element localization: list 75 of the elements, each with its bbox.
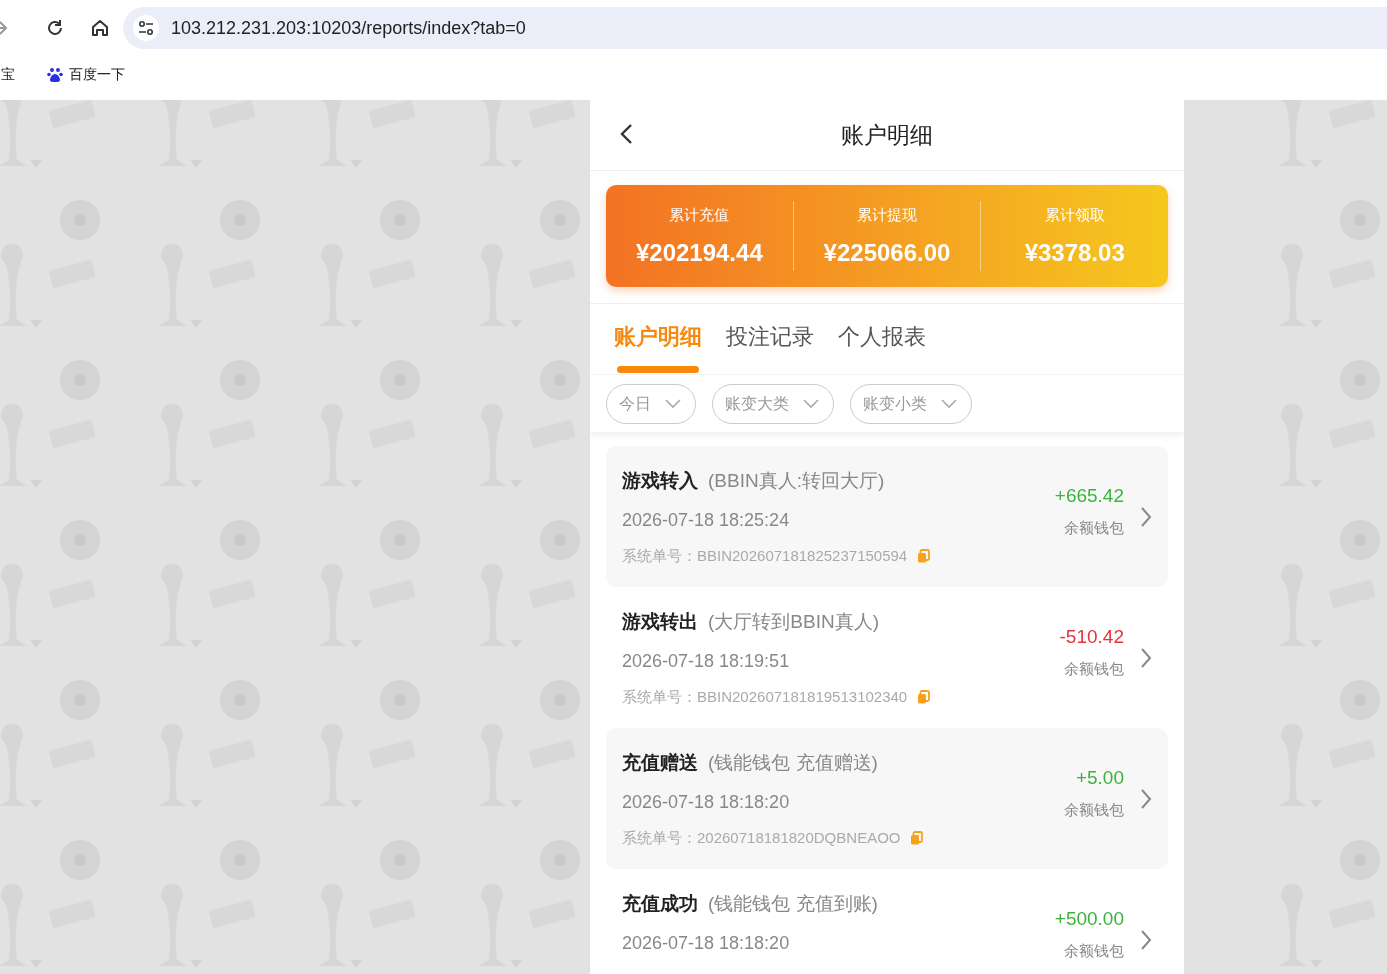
- ball-drawing: [220, 360, 260, 400]
- ball-drawing: [220, 840, 260, 880]
- tab[interactable]: 投注记录: [726, 322, 814, 374]
- summary-label: 累计提现: [857, 205, 917, 225]
- chevron-down-icon: [665, 399, 681, 409]
- ball-drawing: [380, 680, 420, 720]
- amount-text: +665.42: [1054, 485, 1124, 507]
- record-note: (钱能钱包 充值到账): [708, 892, 878, 916]
- bookmark-link[interactable]: 宝: [1, 66, 15, 84]
- ball-drawing: [220, 200, 260, 240]
- ball-drawing: [380, 520, 420, 560]
- ball-drawing: [220, 680, 260, 720]
- ball-drawing: [1340, 680, 1380, 720]
- ball-drawing: [380, 200, 420, 240]
- record-row[interactable]: 充值成功 (钱能钱包 充值到账) 2026-07-18 18:18:20 +500.00 余额钱包: [606, 869, 1168, 974]
- summary-label: 累计领取: [1044, 205, 1105, 225]
- summary-value: ¥225066.00: [823, 238, 951, 267]
- record-row[interactable]: 游戏转入 (BBIN真人:转回大厅) 2026-07-18 18:25:24 系统单号：BBIN202607181825237150594 +665.42 余额钱包: [606, 446, 1168, 587]
- ball-drawing: [1340, 520, 1380, 560]
- order-number: 系统单号：BBIN202607181825237150594: [622, 546, 908, 566]
- ball-drawing: [540, 680, 580, 720]
- ball-drawing: [540, 520, 580, 560]
- ball-drawing: [380, 840, 420, 880]
- wallet-label: 余额钱包: [1064, 519, 1124, 538]
- record-title: 游戏转入: [622, 468, 698, 493]
- ball-drawing: [1340, 360, 1380, 400]
- ball-drawing: [60, 520, 100, 560]
- record-time: 2026-07-18 18:25:24: [622, 509, 791, 531]
- chevron-right-icon: [1140, 928, 1152, 951]
- record-row[interactable]: 游戏转出 (大厅转到BBIN真人) 2026-07-18 18:19:51 系统单号：BBIN202607181819513102340 -510.42 余额钱包: [606, 587, 1168, 728]
- record-time: 2026-07-18 18:18:20: [622, 933, 791, 954]
- wallet-label: 余额钱包: [1064, 942, 1124, 961]
- ball-drawing: [1340, 200, 1380, 240]
- chevron-right-icon: [1140, 646, 1152, 669]
- record-title: 游戏转出: [622, 609, 698, 634]
- ball-drawing: [60, 840, 100, 880]
- ball-drawing: [540, 200, 580, 240]
- order-number: 系统单号：20260718181820DQBNEAOO: [622, 828, 901, 848]
- ball-drawing: [1340, 840, 1380, 880]
- record-title: 充值成功: [622, 892, 698, 916]
- url-text: 103.212.231.203:10203/reports/index?tab=0: [171, 17, 526, 39]
- wallet-label: 余额钱包: [1064, 660, 1124, 679]
- summary-value: ¥202194.44: [635, 238, 763, 267]
- amount-text: +5.00: [1075, 767, 1124, 789]
- amount-text: -510.42: [1059, 626, 1124, 648]
- record-time: 2026-07-18 18:18:20: [622, 791, 791, 813]
- wallet-label: 余额钱包: [1064, 801, 1124, 820]
- record-note: (钱能钱包 充值赠送): [708, 750, 878, 775]
- home-icon[interactable]: [89, 17, 111, 39]
- record-row[interactable]: 充值赠送 (钱能钱包 充值赠送) 2026-07-18 18:18:20 系统单号：20260718181820DQBNEAOO +5.00 余额钱包: [606, 728, 1168, 869]
- record-note: (BBIN真人:转回大厅): [708, 468, 885, 493]
- ball-drawing: [60, 680, 100, 720]
- ball-drawing: [220, 520, 260, 560]
- summary-value: ¥3378.03: [1024, 238, 1125, 267]
- tab[interactable]: 个人报表: [838, 322, 926, 374]
- ball-drawing: [540, 840, 580, 880]
- chevron-down-icon: [803, 399, 819, 409]
- ball-drawing: [60, 360, 100, 400]
- chevron-right-icon: [1140, 787, 1152, 810]
- address-bar[interactable]: 103.212.231.203:10203/reports/index?tab=0: [123, 7, 1387, 49]
- page-title: 账户明细: [841, 120, 933, 150]
- amount-text: +500.00: [1054, 908, 1124, 930]
- bookmark-link[interactable]: 百度一下: [69, 66, 125, 84]
- site-settings-icon[interactable]: [138, 21, 154, 35]
- ball-drawing: [380, 360, 420, 400]
- record-note: (大厅转到BBIN真人): [708, 609, 879, 634]
- paw-icon: [47, 67, 63, 83]
- order-number: 系统单号：BBIN202607181819513102340: [622, 687, 908, 707]
- chevron-right-icon: [1140, 505, 1152, 528]
- record-time: 2026-07-18 18:19:51: [622, 650, 791, 672]
- ball-drawing: [60, 200, 100, 240]
- record-title: 充值赠送: [622, 750, 698, 775]
- ball-drawing: [540, 360, 580, 400]
- chevron-down-icon: [941, 399, 957, 409]
- summary-label: 累计充值: [669, 205, 730, 225]
